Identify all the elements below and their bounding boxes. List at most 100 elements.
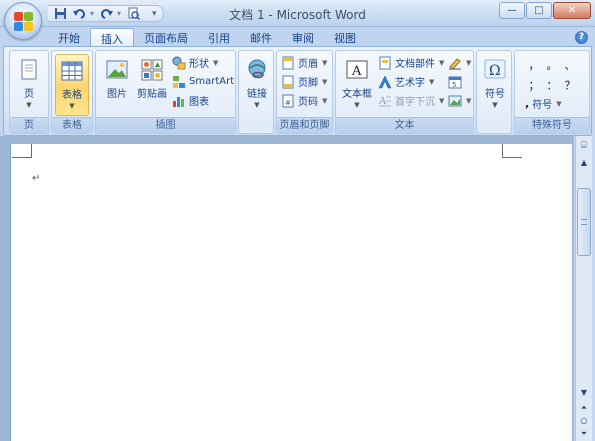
dropcap-label: 首字下沉 bbox=[395, 97, 435, 108]
links-button[interactable]: 链接 ▼ bbox=[240, 54, 274, 116]
page-number-icon: # bbox=[281, 94, 295, 108]
browse-object-icon[interactable]: ○ bbox=[577, 414, 591, 428]
clipart-button[interactable]: 剪贴画 bbox=[135, 54, 169, 116]
window-controls: — □ ✕ bbox=[499, 2, 591, 19]
group-illustrations: 图片 剪贴画 形状 ▼ SmartArt 图表 插图 bbox=[95, 50, 236, 134]
clipart-label: 剪贴画 bbox=[137, 89, 167, 100]
header-dropdown-icon: ▼ bbox=[322, 58, 328, 67]
pages-icon bbox=[17, 58, 41, 82]
tab-page-layout[interactable]: 页面布局 bbox=[134, 28, 198, 47]
wordart-label: 艺术字 bbox=[395, 78, 425, 89]
special-char-period[interactable]: 。 bbox=[543, 57, 561, 73]
pages-dropdown-icon: ▼ bbox=[26, 101, 32, 109]
special-char-colon[interactable]: ： bbox=[543, 77, 561, 93]
footer-dropdown-icon: ▼ bbox=[322, 77, 328, 86]
minimize-button[interactable]: — bbox=[499, 2, 525, 19]
next-page-icon[interactable]: ⏷ bbox=[577, 427, 591, 441]
scroll-thumb-grip bbox=[581, 219, 587, 225]
shapes-label: 形状 bbox=[189, 59, 209, 70]
comma-glyph-icon: , bbox=[525, 97, 530, 110]
tab-view[interactable]: 视图 bbox=[324, 28, 366, 47]
document-area: ↵ bbox=[0, 136, 574, 441]
textbox-icon: A bbox=[345, 58, 369, 82]
group-symbols: Ω 符号 ▼ bbox=[476, 50, 512, 134]
header-button[interactable]: 页眉 ▼ bbox=[281, 54, 327, 71]
pages-label: 页 bbox=[24, 89, 34, 100]
tab-mailings[interactable]: 邮件 bbox=[240, 28, 282, 47]
group-text: A 文本框 ▼ 文档部件 ▼ 艺术字 ▼ A 首字下沉 ▼ ▼ 5 ▼ 文本 bbox=[335, 50, 474, 134]
object-button[interactable]: ▼ bbox=[448, 92, 471, 109]
footer-icon bbox=[281, 75, 295, 89]
svg-text:5: 5 bbox=[452, 81, 456, 89]
picture-button[interactable]: 图片 bbox=[100, 54, 134, 116]
tab-home[interactable]: 开始 bbox=[48, 28, 90, 47]
tab-review[interactable]: 审阅 bbox=[282, 28, 324, 47]
shapes-button[interactable]: 形状 ▼ bbox=[172, 54, 218, 71]
object-dropdown-icon: ▼ bbox=[466, 96, 472, 105]
wordart-dropdown-icon: ▼ bbox=[429, 77, 435, 86]
clipart-icon bbox=[140, 58, 164, 82]
ribbon-tabs: 开始 插入 页面布局 引用 邮件 审阅 视图 bbox=[48, 28, 366, 47]
tab-references[interactable]: 引用 bbox=[198, 28, 240, 47]
margin-corner-top-left bbox=[12, 144, 32, 158]
smartart-label: SmartArt bbox=[189, 76, 235, 87]
group-tables: 表格 ▼ 表格 bbox=[51, 50, 93, 134]
svg-text:A: A bbox=[378, 96, 387, 107]
group-special-chars: ， 。 、 ； ： ？ , 符号 ▼ 特殊符号 bbox=[514, 50, 590, 134]
pages-button[interactable]: 页 ▼ bbox=[12, 54, 46, 116]
ruler-toggle-icon[interactable]: ⌸ bbox=[577, 139, 591, 153]
group-text-label: 文本 bbox=[336, 117, 473, 133]
title-bar: ▾ ▾ ▾ 文档 1 - Microsoft Word — □ ✕ bbox=[0, 0, 595, 40]
symbol-button[interactable]: Ω 符号 ▼ bbox=[478, 54, 512, 116]
table-button[interactable]: 表格 ▼ bbox=[55, 54, 89, 116]
dropcap-button[interactable]: A 首字下沉 ▼ bbox=[378, 92, 444, 109]
special-symbol-button[interactable]: , 符号 ▼ bbox=[525, 95, 562, 112]
help-icon[interactable]: ? bbox=[575, 31, 588, 44]
close-button[interactable]: ✕ bbox=[553, 2, 591, 19]
signature-line-icon bbox=[448, 56, 462, 70]
quickparts-button[interactable]: 文档部件 ▼ bbox=[378, 54, 444, 71]
chart-button[interactable]: 图表 bbox=[172, 92, 209, 109]
table-icon bbox=[60, 59, 84, 83]
maximize-button[interactable]: □ bbox=[526, 2, 552, 19]
special-char-enum-comma[interactable]: 、 bbox=[561, 57, 579, 73]
quickparts-icon bbox=[378, 56, 392, 70]
previous-page-icon[interactable]: ⏶ bbox=[577, 401, 591, 415]
table-dropdown-icon: ▼ bbox=[69, 102, 75, 110]
textbox-dropdown-icon: ▼ bbox=[354, 101, 360, 109]
office-logo-icon bbox=[14, 12, 33, 31]
textbox-button[interactable]: A 文本框 ▼ bbox=[339, 54, 375, 116]
group-special-chars-label: 特殊符号 bbox=[515, 117, 589, 133]
date-time-button[interactable]: 5 bbox=[448, 73, 462, 90]
wordart-button[interactable]: 艺术字 ▼ bbox=[378, 73, 434, 90]
links-icon bbox=[245, 58, 269, 82]
special-char-question[interactable]: ？ bbox=[561, 77, 579, 93]
group-tables-label: 表格 bbox=[52, 117, 92, 133]
document-page[interactable]: ↵ bbox=[10, 144, 572, 441]
signature-line-button[interactable]: ▼ bbox=[448, 54, 471, 71]
symbol-label: 符号 bbox=[485, 89, 505, 100]
tab-insert[interactable]: 插入 bbox=[90, 28, 134, 47]
footer-button[interactable]: 页脚 ▼ bbox=[281, 73, 327, 90]
page-number-button[interactable]: # 页码 ▼ bbox=[281, 92, 327, 109]
group-pages-label: 页 bbox=[10, 117, 48, 133]
special-symbol-dropdown-icon: ▼ bbox=[556, 99, 562, 108]
date-time-icon: 5 bbox=[448, 75, 462, 89]
dropcap-icon: A bbox=[378, 94, 392, 108]
links-label: 链接 bbox=[247, 89, 267, 100]
scroll-up-arrow-icon[interactable]: ▲ bbox=[577, 156, 591, 170]
group-illustrations-label: 插图 bbox=[96, 117, 235, 133]
special-char-comma[interactable]: ， bbox=[525, 57, 543, 73]
office-button[interactable] bbox=[4, 2, 42, 40]
scroll-thumb[interactable] bbox=[577, 188, 591, 256]
special-char-semicolon[interactable]: ； bbox=[525, 77, 543, 93]
picture-label: 图片 bbox=[107, 89, 127, 100]
scroll-down-arrow-icon[interactable]: ▼ bbox=[577, 386, 591, 400]
smartart-button[interactable]: SmartArt bbox=[172, 73, 234, 90]
svg-text:#: # bbox=[285, 99, 291, 107]
signature-line-dropdown-icon: ▼ bbox=[466, 58, 472, 67]
special-symbol-label: 符号 bbox=[532, 100, 553, 111]
picture-icon bbox=[105, 58, 129, 82]
paragraph-mark: ↵ bbox=[32, 173, 41, 184]
vertical-scrollbar[interactable]: ⌸ ▲ ▼ ⏶ ○ ⏷ bbox=[575, 136, 592, 441]
